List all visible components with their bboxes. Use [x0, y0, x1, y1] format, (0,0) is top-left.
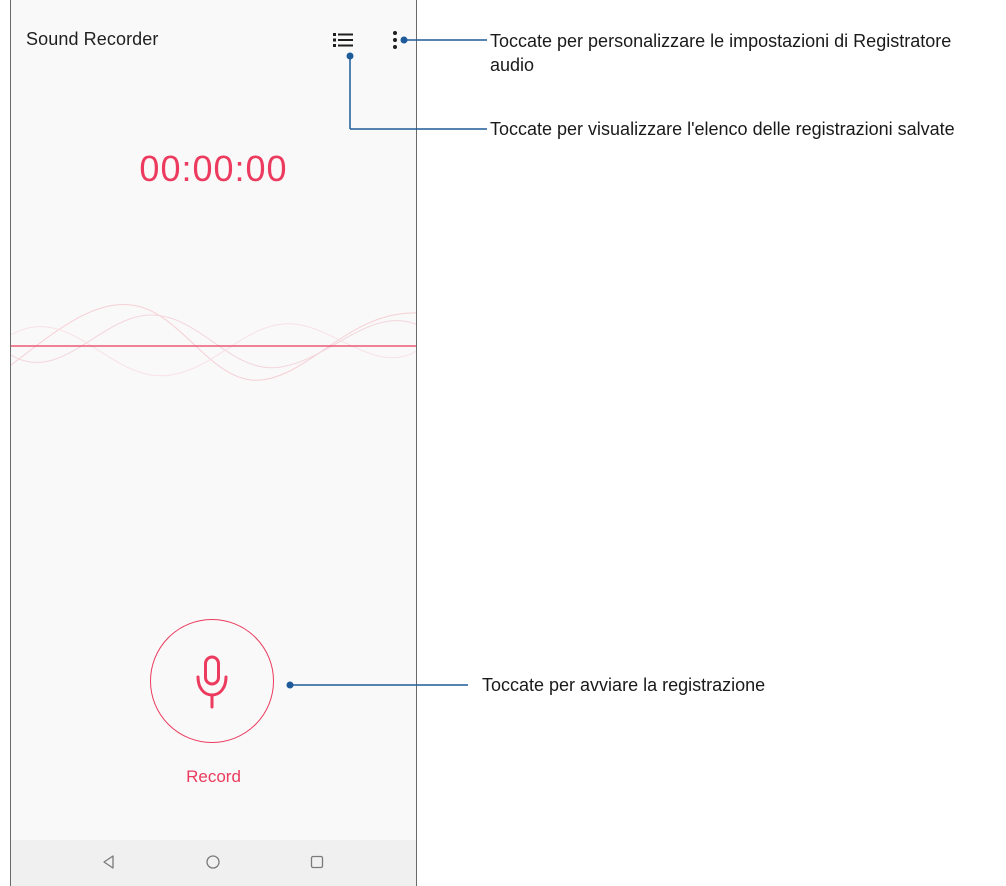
home-circle-icon	[206, 855, 220, 869]
record-button[interactable]	[150, 619, 274, 743]
callout-list: Toccate per visualizzare l'elenco delle …	[490, 119, 955, 139]
recents-square-icon	[310, 855, 324, 869]
nav-back-button[interactable]	[101, 854, 117, 875]
app-title: Sound Recorder	[26, 29, 159, 49]
more-vert-icon	[393, 31, 397, 49]
callout-settings: Toccate per personalizzare le impostazio…	[490, 31, 952, 75]
recordings-list-button[interactable]	[332, 29, 354, 51]
audio-waveform	[11, 304, 416, 381]
more-options-button[interactable]	[389, 29, 401, 51]
record-label: Record	[186, 767, 241, 786]
mic-icon	[196, 655, 228, 709]
phone-screen: Sound Recorder 00:00:00 Record	[10, 0, 417, 886]
system-navigation-bar	[11, 840, 416, 886]
back-triangle-icon	[103, 855, 114, 869]
nav-home-button[interactable]	[205, 854, 221, 875]
callout-record: Toccate per avviare la registrazione	[482, 675, 766, 695]
nav-recents-button[interactable]	[309, 854, 325, 875]
list-icon	[333, 33, 353, 47]
recording-timer: 00:00:00	[139, 148, 288, 189]
